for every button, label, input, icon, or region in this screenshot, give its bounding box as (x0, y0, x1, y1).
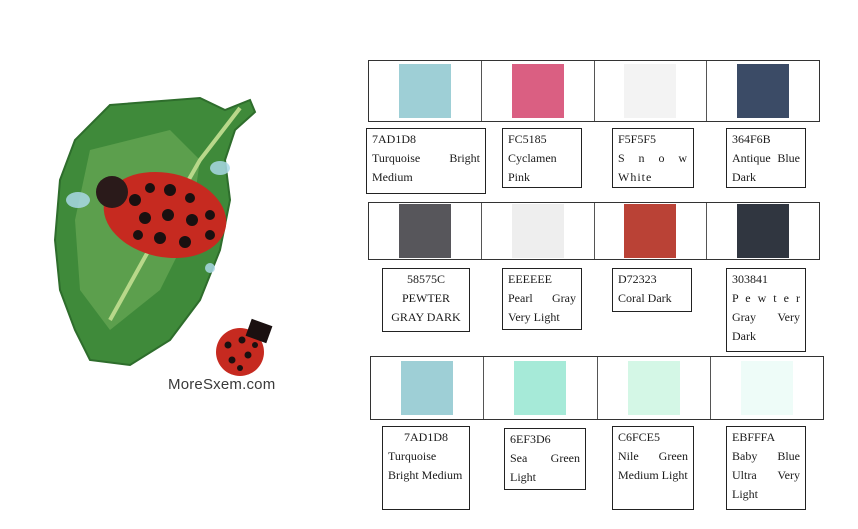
color-name: Turquoise Bright Medium (388, 449, 463, 482)
color-code: 7AD1D8 (372, 132, 416, 146)
swatch-label: D72323 Coral Dark (612, 268, 692, 312)
swatch-cell (369, 203, 481, 259)
color-name: S n o w White (618, 151, 688, 184)
color-swatch (511, 64, 564, 118)
color-swatch (737, 204, 790, 258)
swatch-cell (706, 203, 819, 259)
color-name: P e w t e r Gray Very Dark (732, 291, 800, 343)
color-name: Baby Blue Ultra Very Light (732, 449, 800, 501)
swatch-cell (480, 203, 594, 259)
swatch-cell (480, 61, 594, 121)
swatch-cell (709, 357, 823, 419)
color-code: 364F6B (732, 132, 771, 146)
swatch-cell (706, 61, 819, 121)
swatch-cell (593, 203, 707, 259)
swatch-label: F5F5F5 S n o w White (612, 128, 694, 188)
color-code: 58575C (406, 272, 445, 286)
watermark-text: MoreSxem.com (168, 376, 276, 393)
ladybug-leaf-image (53, 96, 273, 376)
color-code: EBFFFA (732, 430, 776, 444)
color-swatch (737, 64, 790, 118)
swatch-row-2 (368, 202, 820, 260)
color-code: F5F5F5 (618, 132, 657, 146)
swatch-label: 7AD1D8 Turquoise Bright Medium (382, 426, 470, 510)
color-code: 6EF3D6 (510, 432, 551, 446)
color-name: Turquoise Bright Medium (372, 151, 480, 184)
swatch-label: FC5185 Cyclamen Pink (502, 128, 582, 188)
color-swatch (398, 64, 451, 118)
color-code: 7AD1D8 (404, 430, 448, 444)
color-code: FC5185 (508, 132, 547, 146)
swatch-row-1 (368, 60, 820, 122)
color-code: 303841 (732, 272, 768, 286)
color-name: Pearl Gray Very Light (508, 291, 576, 324)
small-ladybug (216, 318, 273, 376)
color-name: Coral Dark (618, 291, 672, 305)
swatch-label: C6FCE5 Nile Green Medium Light (612, 426, 694, 510)
color-code: D72323 (618, 272, 657, 286)
swatch-row-3 (370, 356, 824, 420)
color-code: EEEEEE (508, 272, 552, 286)
color-name: Sea Green Light (510, 451, 580, 484)
color-swatch (627, 361, 680, 415)
dew-drop (210, 161, 230, 175)
color-swatch (398, 204, 451, 258)
swatch-cell (369, 61, 481, 121)
swatch-label: 6EF3D6 Sea Green Light (504, 428, 586, 490)
swatch-label: EBFFFA Baby Blue Ultra Very Light (726, 426, 806, 510)
color-code: C6FCE5 (618, 430, 661, 444)
swatch-cell (593, 61, 707, 121)
color-name: Cyclamen Pink (508, 151, 557, 184)
color-swatch (740, 361, 793, 415)
color-swatch (624, 64, 677, 118)
swatch-label: 364F6B Antique Blue Dark (726, 128, 806, 188)
color-swatch (511, 204, 564, 258)
swatch-label: 58575C PEWTER GRAY DARK (382, 268, 470, 332)
dew-drop (205, 263, 215, 273)
color-name: Antique Blue Dark (732, 151, 800, 184)
swatch-label: 7AD1D8 Turquoise Bright Medium (366, 128, 486, 194)
swatch-cell (483, 357, 596, 419)
dew-drop (66, 192, 90, 208)
color-name: PEWTER GRAY DARK (391, 291, 461, 324)
swatch-cell (596, 357, 710, 419)
color-name: Nile Green Medium Light (618, 449, 688, 482)
color-swatch (624, 204, 677, 258)
color-swatch (401, 361, 454, 415)
swatch-label: 303841 P e w t e r Gray Very Dark (726, 268, 806, 352)
swatch-cell (371, 357, 483, 419)
color-swatch (514, 361, 567, 415)
swatch-label: EEEEEE Pearl Gray Very Light (502, 268, 582, 330)
